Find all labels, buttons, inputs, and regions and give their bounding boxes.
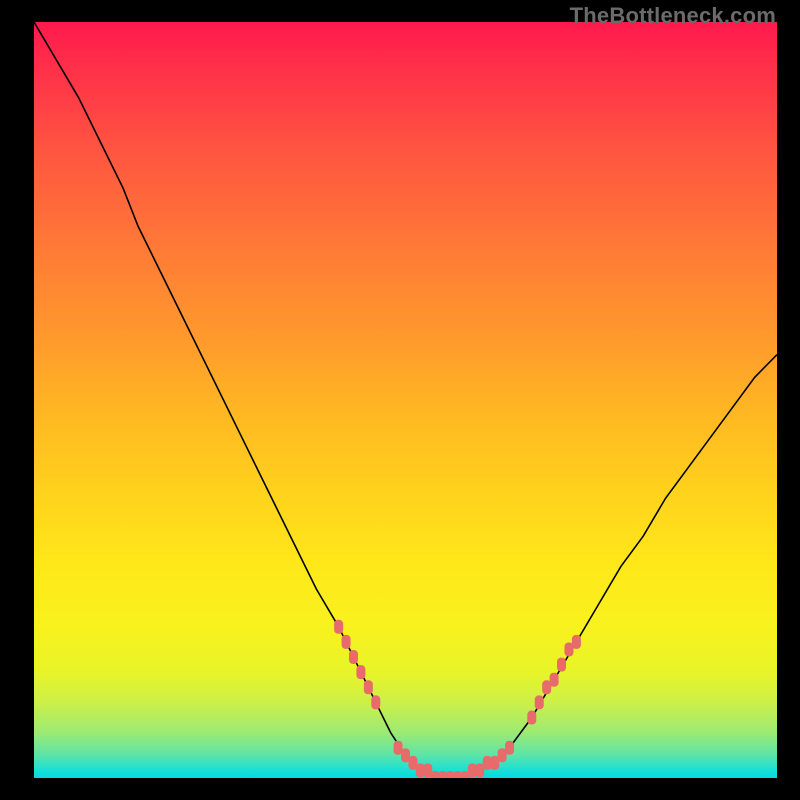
curve-marker — [334, 620, 343, 634]
curve-marker — [342, 635, 351, 649]
curve-marker — [371, 695, 380, 709]
plot-area — [34, 22, 777, 778]
curve-marker — [349, 650, 358, 664]
chart-frame: TheBottleneck.com — [0, 0, 800, 800]
curve-marker — [550, 673, 559, 687]
curve-layer — [34, 22, 777, 778]
watermark-text: TheBottleneck.com — [570, 3, 776, 29]
curve-marker — [535, 695, 544, 709]
curve-marker — [572, 635, 581, 649]
curve-marker — [527, 711, 536, 725]
curve-marker — [557, 658, 566, 672]
marker-group — [334, 620, 581, 778]
curve-marker — [364, 680, 373, 694]
bottleneck-curve — [34, 22, 777, 778]
curve-marker — [356, 665, 365, 679]
curve-marker — [505, 741, 514, 755]
